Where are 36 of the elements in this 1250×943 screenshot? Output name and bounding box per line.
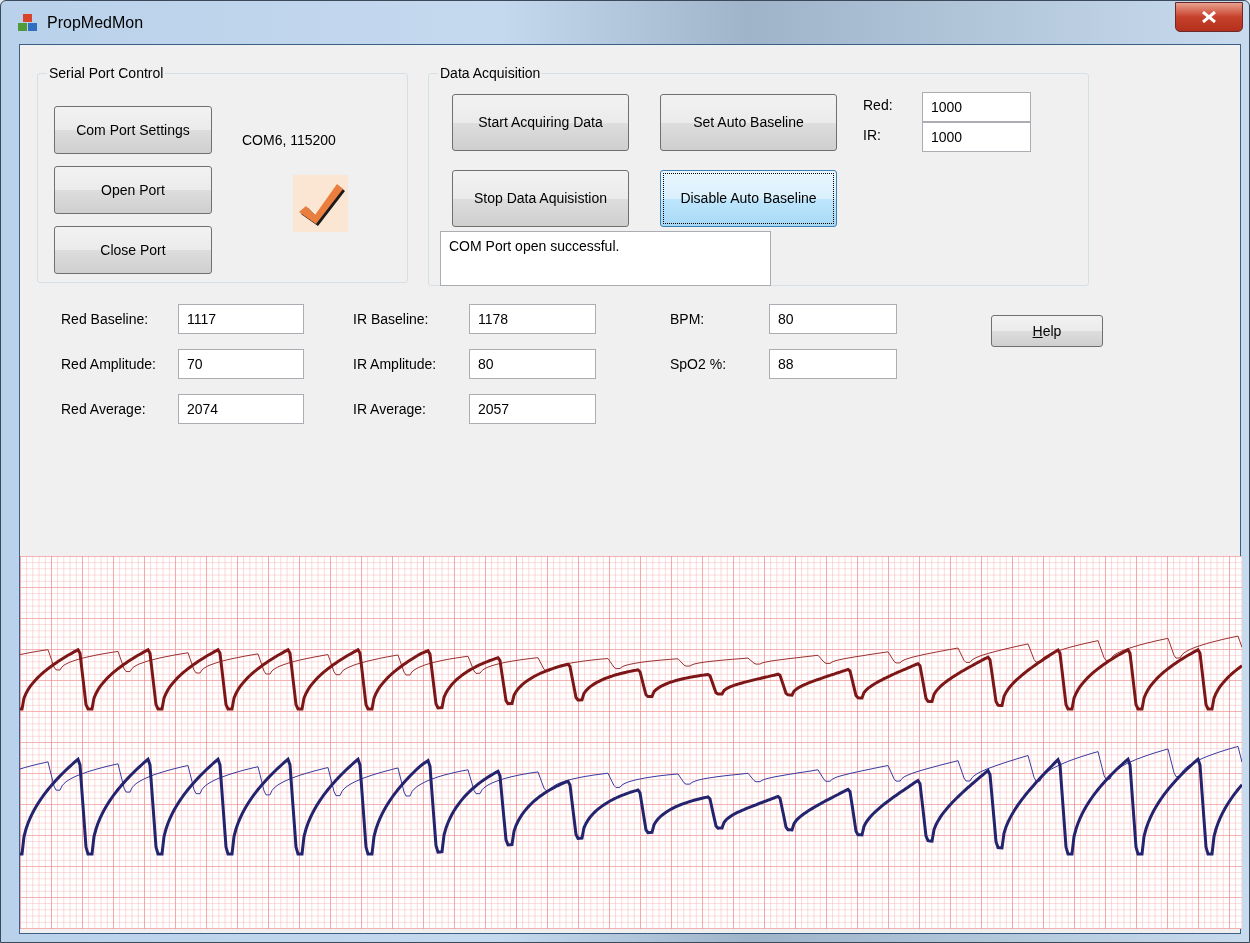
field-label: BPM: (670, 310, 706, 329)
field-label: IR Amplitude: (353, 354, 438, 374)
value-field[interactable]: 2074 (178, 394, 304, 424)
value-field[interactable]: 2057 (469, 394, 596, 424)
value-field[interactable]: 80 (769, 304, 897, 334)
value-field[interactable]: 1178 (469, 304, 596, 334)
field-label: Red Average: (61, 399, 147, 419)
field-label: IR Average: (353, 399, 427, 419)
help-button[interactable]: Help (991, 315, 1103, 347)
value-field[interactable]: 1117 (178, 304, 304, 334)
port-setting-text: COM6, 115200 (242, 131, 336, 150)
window-title: PropMedMon (47, 12, 144, 33)
field-label: SpO2 %: (670, 355, 728, 374)
push-button[interactable]: Stop Data Aquisistion (452, 170, 629, 227)
app-icon (17, 12, 39, 33)
group-title: Data Acquisition (438, 65, 543, 81)
close-icon (1201, 10, 1217, 23)
push-button[interactable]: Com Port Settings (54, 106, 212, 154)
push-button[interactable]: Set Auto Baseline (660, 94, 837, 151)
field-label: Red Baseline: (61, 309, 150, 329)
push-button[interactable]: Disable Auto Baseline (660, 170, 837, 227)
value-field[interactable]: 80 (469, 349, 596, 379)
value-field[interactable]: 1000 (922, 92, 1031, 122)
field-label: Red Amplitude: (61, 354, 157, 374)
value-field[interactable]: 1000 (922, 122, 1031, 152)
field-label: Red: (863, 96, 894, 115)
value-field[interactable]: 88 (769, 349, 897, 379)
field-label: IR: (863, 126, 882, 145)
status-field: COM Port open successful. (440, 231, 771, 286)
field-label: IR Baseline: (353, 309, 430, 329)
push-button[interactable]: Open Port (54, 166, 212, 214)
value-field[interactable]: 70 (178, 349, 304, 379)
push-button[interactable]: Close Port (54, 226, 212, 274)
close-button[interactable] (1175, 1, 1243, 32)
push-button[interactable]: Start Acquiring Data (452, 94, 629, 151)
group-title: Serial Port Control (47, 65, 166, 81)
